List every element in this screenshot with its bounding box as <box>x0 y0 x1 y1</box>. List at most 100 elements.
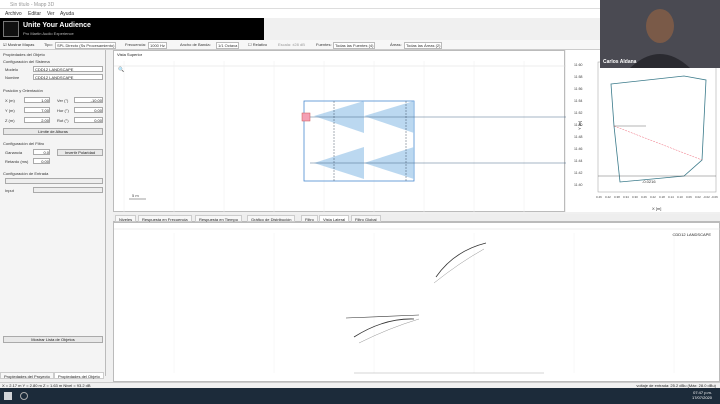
side-range: -0.0216 <box>642 179 656 184</box>
svg-text:11:44: 11:44 <box>574 159 583 163</box>
retardo-field[interactable]: 0.00 <box>33 158 50 164</box>
svg-text:-0.02: -0.02 <box>703 195 710 199</box>
input-select[interactable] <box>33 187 103 193</box>
svg-text:11:56: 11:56 <box>574 87 583 91</box>
side-xlabel: X [m] <box>652 206 661 211</box>
svg-text:0.06: 0.06 <box>686 195 692 199</box>
areas-select[interactable]: Todas las Áreas (2) <box>404 42 443 49</box>
tipo-label: Tipo: <box>44 42 53 47</box>
scale-label: 5 m <box>132 193 139 198</box>
ganancia-field[interactable]: 0.0 <box>33 149 50 155</box>
fuentes-select[interactable]: Todas las Fuentes (4) <box>333 42 376 49</box>
start-icon[interactable] <box>4 392 12 400</box>
ver-field[interactable]: -10.00 <box>74 97 103 103</box>
svg-text:0.30: 0.30 <box>632 195 638 199</box>
modelo-label: Modelo <box>5 67 19 72</box>
banner-title: Unite Your Audience <box>23 22 91 29</box>
svg-text:0.14: 0.14 <box>668 195 674 199</box>
menu-ayuda[interactable]: Ayuda <box>60 11 74 17</box>
y-field[interactable]: 7.00 <box>24 107 50 113</box>
tab-respuesta-tiempo[interactable]: Respuesta en Tiempo <box>195 215 242 222</box>
svg-text:0.02: 0.02 <box>695 195 701 199</box>
svg-text:11:60: 11:60 <box>574 63 583 67</box>
fuentes-label: Fuentes: <box>316 42 332 47</box>
svg-text:0.42: 0.42 <box>605 195 611 199</box>
escala-label: Escala: ±28 dB <box>278 42 305 47</box>
tab-niveles[interactable]: Niveles <box>115 215 137 222</box>
svg-text:-0.06: -0.06 <box>711 195 718 199</box>
svg-text:11:52: 11:52 <box>574 111 583 115</box>
svg-text:0.22: 0.22 <box>650 195 656 199</box>
rot-field[interactable]: 0.00 <box>74 117 103 123</box>
config-sistema-heading: Configuración del Sistema <box>3 59 50 64</box>
tab-filtro-global[interactable]: Filtro Global <box>351 215 381 222</box>
tab-respuesta-frecuencia[interactable]: Respuesta en Frecuencia <box>138 215 192 222</box>
svg-text:11:58: 11:58 <box>574 75 583 79</box>
banner-subtitle: Pro Martin Audio Experience <box>23 31 74 36</box>
hor-field[interactable]: 0.00 <box>74 107 103 113</box>
y-label: Y (m) <box>5 108 15 113</box>
ancho-banda-select[interactable]: 1/1 Octava <box>216 42 240 49</box>
tab-propiedades-objeto[interactable]: Propiedades del Objeto <box>54 372 104 379</box>
nombre-field[interactable]: CDD12 LANDSCAPE <box>33 74 103 80</box>
svg-text:0.46: 0.46 <box>596 195 602 199</box>
x-field[interactable]: 1.00 <box>24 97 50 103</box>
limite-alturas-button[interactable]: Límite de Alturas <box>3 128 103 135</box>
x-label: X (m) <box>5 98 15 103</box>
menu-bar: Archivo Editar Ver Ayuda <box>0 9 600 18</box>
menu-archivo[interactable]: Archivo <box>5 11 22 17</box>
svg-text:0.26: 0.26 <box>641 195 647 199</box>
relativo-checkbox[interactable]: ☐ Relativo <box>248 42 267 47</box>
svg-text:0.38: 0.38 <box>614 195 620 199</box>
window-title: Sin título - Mapp 3D <box>10 2 55 8</box>
tab-propiedades-proyecto[interactable]: Propiedades del Proyecto <box>0 372 54 379</box>
entrada-select[interactable] <box>5 178 103 184</box>
side-x-ticks: 0.46 0.42 0.38 0.34 0.30 0.26 0.22 0.18 0.14… <box>596 195 718 199</box>
z-label: Z (m) <box>5 118 15 123</box>
input-label: Input <box>5 188 14 193</box>
posicion-heading: Posición y Orientación <box>3 88 43 93</box>
tab-filtro[interactable]: Filtro <box>301 215 318 222</box>
config-filtro-heading: Configuración del Filtro <box>3 141 45 146</box>
search-icon[interactable] <box>20 392 28 400</box>
menu-ver[interactable]: Ver <box>47 11 55 17</box>
map-toolbar: ☑ Mostrar Mapas Tipo: SPL Directo (Ss Pr… <box>0 40 600 50</box>
martin-audio-logo <box>3 21 19 37</box>
svg-text:11:54: 11:54 <box>574 99 583 103</box>
svg-text:11:50: 11:50 <box>574 123 583 127</box>
svg-text:0.18: 0.18 <box>659 195 665 199</box>
side-view-canvas[interactable]: Y [m] X [m] -0.0216 11:6011:58 11:5611:5… <box>566 50 720 212</box>
top-view-panel[interactable]: Vista Superior 🔍 5 m <box>113 50 566 213</box>
clock: 07:47 p.m. 17/07/2020 <box>691 390 712 400</box>
mostrar-mapas-toggle[interactable]: ☑ Mostrar Mapas <box>3 42 34 47</box>
bottom-view-canvas[interactable] <box>114 223 720 383</box>
tab-vista-lateral[interactable]: Vista Lateral <box>319 215 350 222</box>
rot-label: Rot (°) <box>57 118 69 123</box>
areas-label: Áreas: <box>390 42 402 47</box>
invertir-polaridad-button[interactable]: Invertir Polaridad <box>57 149 103 156</box>
config-entrada-heading: Configuración de Entrada <box>3 171 49 176</box>
object-properties-panel: Propiedades del Objeto Configuración del… <box>0 50 106 379</box>
mostrar-lista-button[interactable]: Mostrar Lista de Objetos <box>3 336 103 343</box>
ancho-banda-label: Ancho de Banda: <box>180 42 211 47</box>
svg-text:0.34: 0.34 <box>623 195 629 199</box>
tipo-select[interactable]: SPL Directo (Ss Procesamiento) <box>55 42 117 49</box>
speaker-marker[interactable] <box>301 112 311 122</box>
side-y-ticks: 11:60 11:58 11:56 11:54 11:52 11:50 11:48 11… <box>574 63 583 187</box>
svg-text:11:40: 11:40 <box>574 183 583 187</box>
modelo-field[interactable]: CDD12 LANDSCAPE <box>33 66 103 72</box>
top-view-canvas[interactable]: 5 m <box>114 51 566 213</box>
title-bar: Sin título - Mapp 3D <box>0 0 600 9</box>
menu-editar[interactable]: Editar <box>28 11 41 17</box>
side-elevation-panel[interactable]: CDD12 LANDSCAPE <box>113 222 720 382</box>
frecuencia-select[interactable]: 1000 Hz <box>148 42 167 49</box>
tab-grafico-distribucion[interactable]: Gráfico de Distribución <box>247 215 296 222</box>
z-field[interactable]: 2.00 <box>24 117 50 123</box>
webcam-name: Carlos Aldana <box>603 59 637 65</box>
ver-label: Ver (°) <box>57 98 69 103</box>
side-view-panel[interactable]: Vista Lateral Y [m] X [m] -0.0216 11:601… <box>566 50 720 212</box>
nombre-label: Nombre <box>5 75 20 80</box>
analysis-tabs: Niveles Respuesta en Frecuencia Respuest… <box>113 214 720 222</box>
svg-text:0.10: 0.10 <box>677 195 683 199</box>
frecuencia-label: Frecuencia: <box>125 42 146 47</box>
